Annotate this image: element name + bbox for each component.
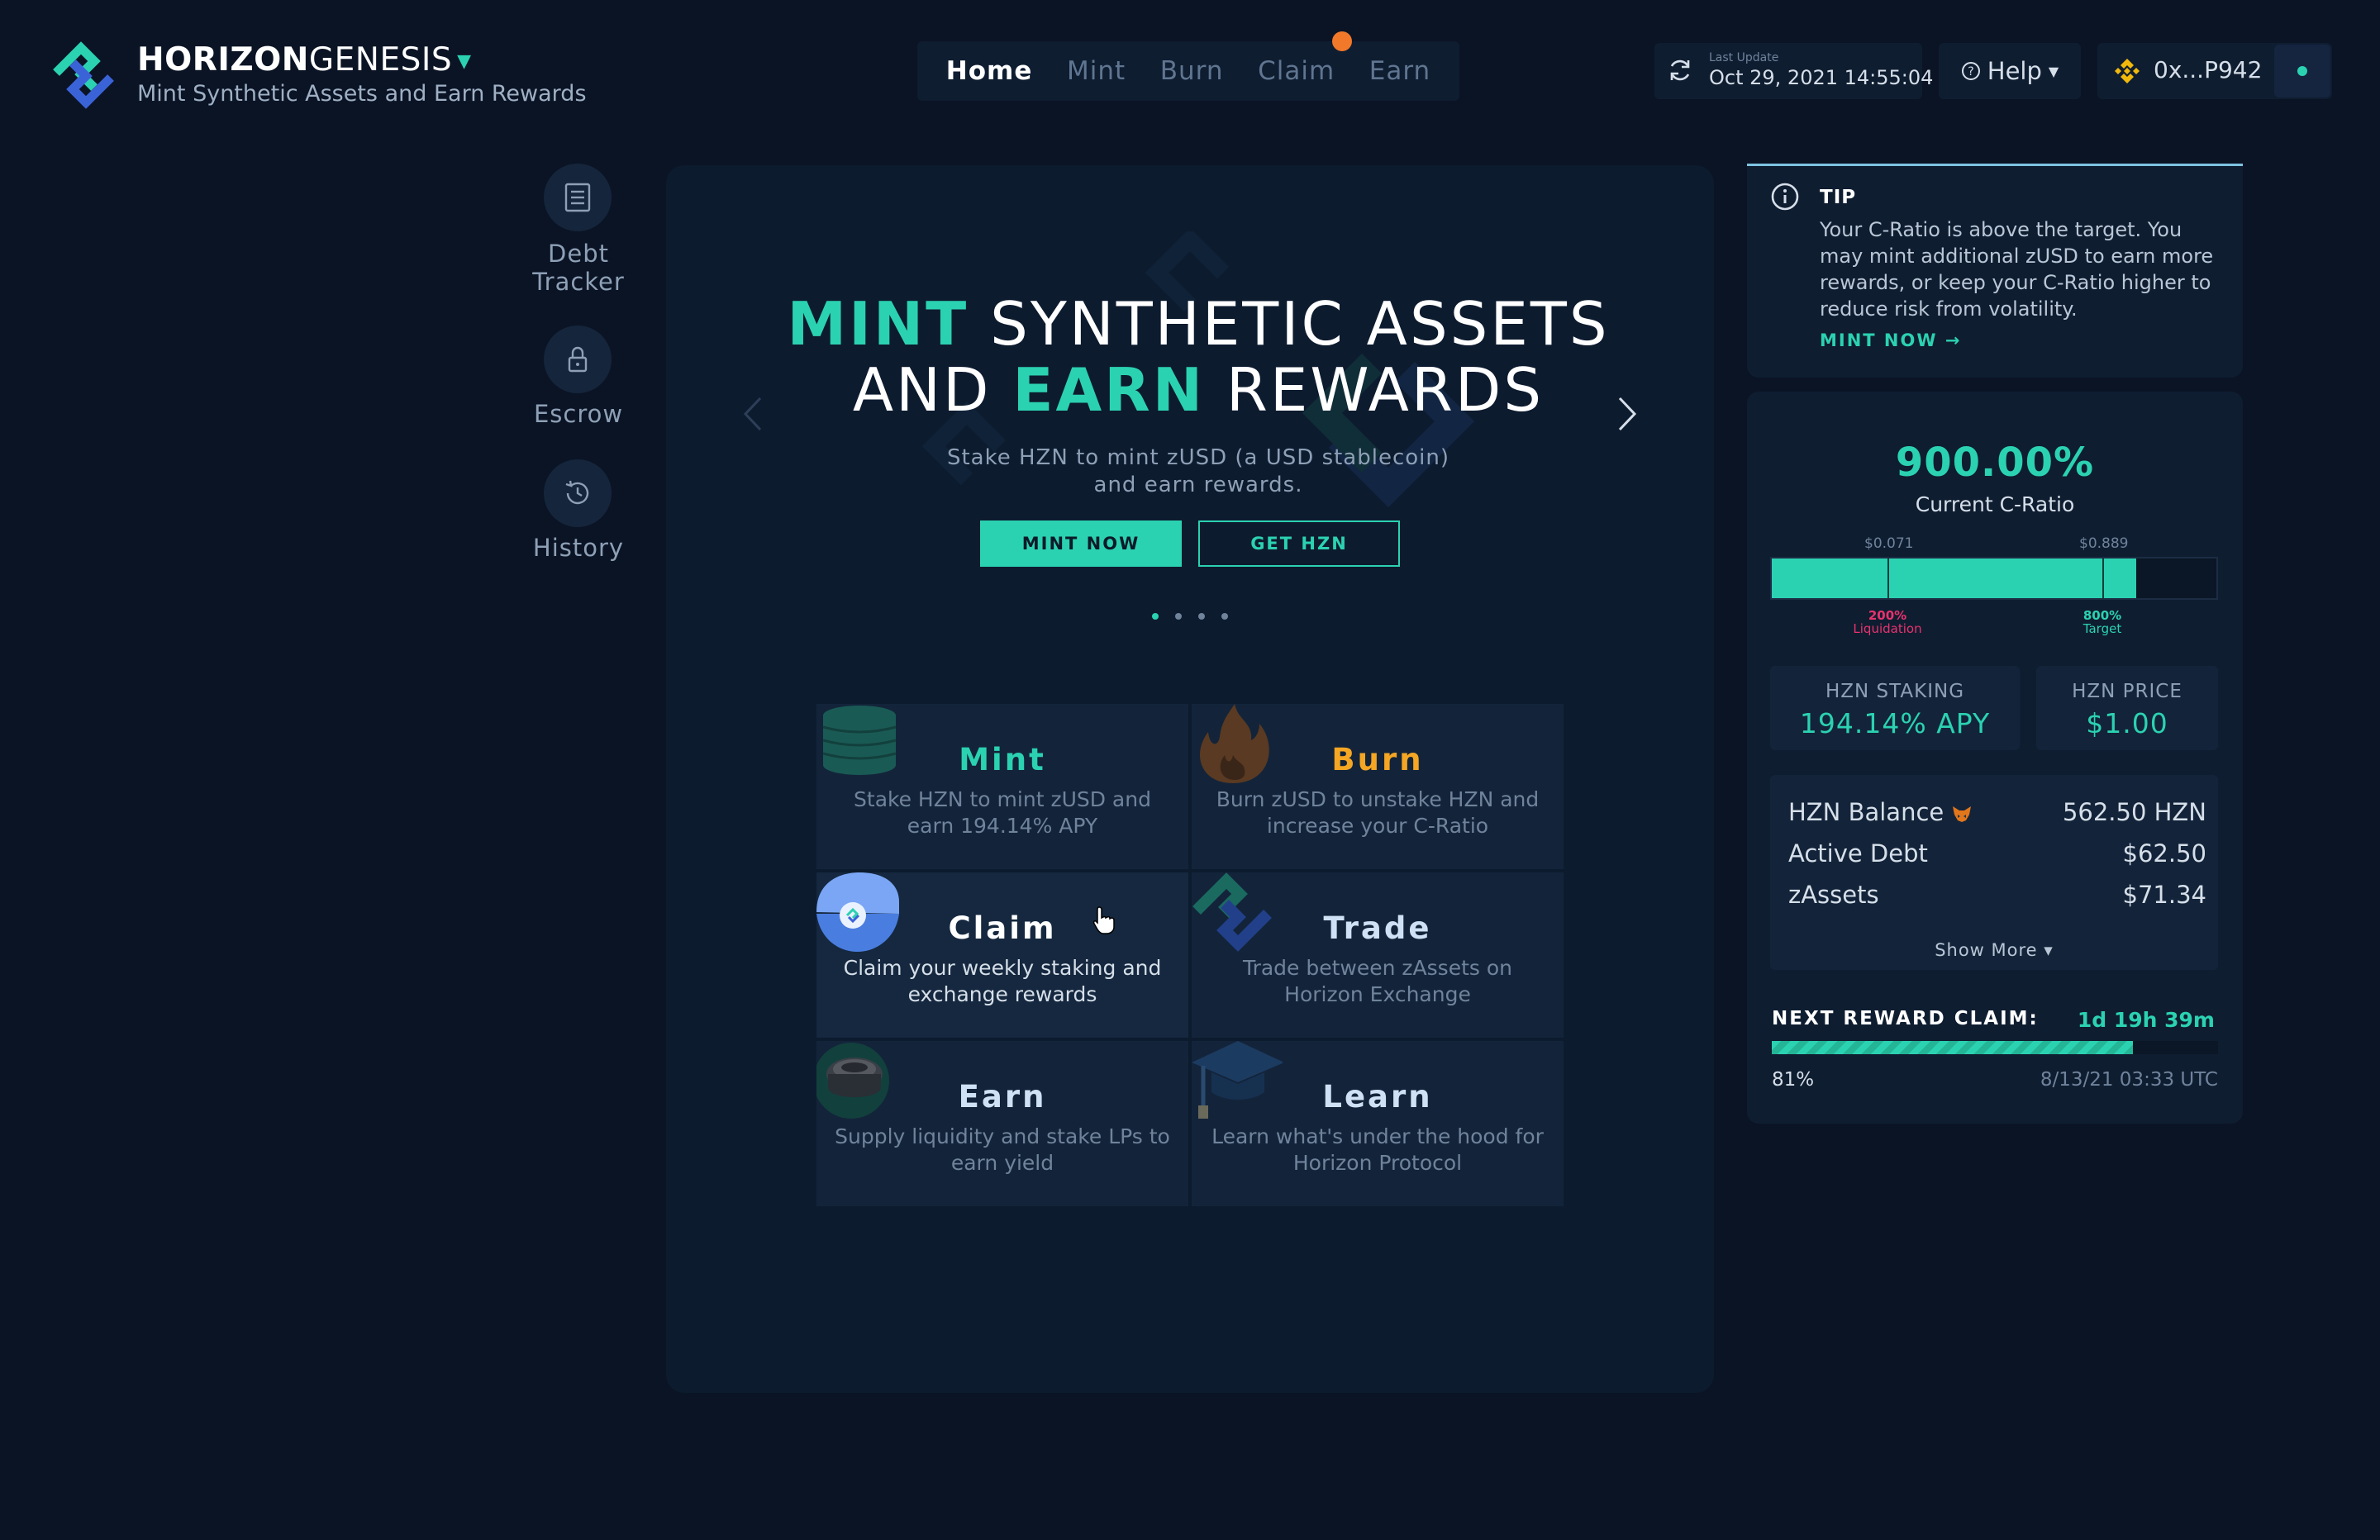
hzn-staking-value: 194.14% APY — [1799, 707, 1991, 739]
chevron-down-icon: ▼ — [2048, 63, 2059, 79]
claim-notification-dot — [1332, 31, 1352, 51]
info-icon — [1771, 183, 1799, 211]
card-burn-desc: Burn zUSD to unstake HZN and increase yo… — [1216, 787, 1540, 838]
horizon-logo-icon — [53, 41, 114, 109]
brand-name[interactable]: HORIZONGENESIS ▼ — [137, 41, 472, 78]
card-burn[interactable]: Burn Burn zUSD to unstake HZN and increa… — [1192, 704, 1564, 869]
wallet-address: 0x...P942 — [2154, 56, 2263, 83]
top-navigation: Home Mint Burn Claim Earn — [917, 41, 1459, 101]
card-learn-title: Learn — [1322, 1079, 1433, 1115]
card-claim-title: Claim — [948, 910, 1057, 946]
debt-tracker-label[interactable]: Debt Tracker — [512, 240, 645, 296]
active-debt-label: Active Debt — [1788, 839, 1928, 867]
last-update-label: Last Update — [1709, 51, 1779, 64]
next-reward-claim-label: NEXT REWARD CLAIM: — [1772, 1008, 2039, 1029]
card-earn-desc: Supply liquidity and stake LPs to earn y… — [835, 1124, 1170, 1175]
c-ratio-label: Current C-Ratio — [1915, 492, 2075, 516]
carousel-dot-3[interactable] — [1198, 613, 1205, 620]
history-clock-icon — [565, 480, 589, 505]
hero-subtitle: Stake HZN to mint zUSD (a USD stablecoin… — [946, 445, 1450, 497]
nav-claim[interactable]: Claim — [1258, 56, 1335, 86]
hero-mint-now-button[interactable]: MINT NOW — [980, 520, 1182, 567]
hzn-price-box: HZN PRICE $1.00 — [2036, 666, 2218, 750]
target-label: Target — [2082, 621, 2122, 636]
hero-get-hzn-button[interactable]: GET HZN — [1198, 520, 1400, 567]
liquidation-price: $0.071 — [1864, 535, 1914, 552]
card-earn[interactable]: Earn Supply liquidity and stake LPs to e… — [816, 1041, 1188, 1206]
debt-tracker-button[interactable] — [544, 164, 612, 231]
escrow-label[interactable]: Escrow — [512, 400, 645, 428]
nav-earn[interactable]: Earn — [1369, 56, 1430, 86]
brand-tagline: Mint Synthetic Assets and Earn Rewards — [137, 81, 587, 107]
last-update-time: Oct 29, 2021 14:55:04 — [1709, 66, 1934, 89]
hero-title-line-1: MINT SYNTHETIC ASSETS — [787, 289, 1610, 359]
card-claim[interactable]: Claim Claim your weekly staking and exch… — [816, 872, 1188, 1038]
nav-mint[interactable]: Mint — [1067, 56, 1126, 86]
help-label: Help — [1987, 57, 2042, 85]
carousel-next-chevron-icon[interactable] — [1615, 395, 1640, 433]
hzn-staking-box: HZN STAKING 194.14% APY — [1770, 666, 2020, 750]
card-trade-title: Trade — [1323, 910, 1432, 946]
target-marker — [2102, 558, 2104, 598]
connected-status-dot — [2297, 66, 2307, 76]
lock-icon — [568, 346, 588, 373]
tip-text: Your C-Ratio is above the target. You ma… — [1820, 218, 2214, 321]
reward-progress-fill — [1772, 1041, 2133, 1054]
show-more-button[interactable]: Show More ▾ — [1770, 940, 2218, 960]
card-mint[interactable]: Mint Stake HZN to mint zUSD and earn 194… — [816, 704, 1188, 869]
liquidation-marker — [1887, 558, 1889, 598]
target-price: $0.889 — [2079, 535, 2129, 552]
history-button[interactable] — [544, 459, 612, 527]
reward-date: 8/13/21 03:33 UTC — [2040, 1069, 2218, 1091]
carousel-dot-1[interactable] — [1152, 613, 1159, 620]
tip-title: TIP — [1820, 187, 1857, 208]
zassets-value: $71.34 — [2122, 881, 2206, 909]
brand-dropdown-icon[interactable]: ▼ — [457, 51, 471, 72]
refresh-icon[interactable] — [1666, 56, 1694, 84]
help-circle-icon: ? — [1961, 62, 1980, 80]
nav-home[interactable]: Home — [946, 56, 1033, 86]
hzn-balance-label: HZN Balance — [1788, 798, 1973, 826]
escrow-button[interactable] — [544, 326, 612, 393]
active-debt-value: $62.50 — [2122, 839, 2206, 867]
reward-progress-pct: 81% — [1772, 1069, 1815, 1091]
next-reward-claim-time: 1d 19h 39m — [2077, 1008, 2215, 1032]
metamask-fox-icon — [1953, 806, 1972, 822]
card-trade-desc: Trade between zAssets on Horizon Exchang… — [1242, 956, 1512, 1006]
card-learn-desc: Learn what's under the hood for Horizon … — [1211, 1124, 1544, 1175]
liquidation-label: Liquidation — [1853, 621, 1922, 636]
carousel-prev-chevron-icon[interactable] — [740, 395, 765, 433]
c-ratio-value: 900.00% — [1895, 440, 2095, 486]
document-list-icon — [564, 183, 591, 212]
hzn-balance-value: 562.50 HZN — [2062, 798, 2206, 826]
card-burn-title: Burn — [1331, 742, 1424, 777]
carousel-dot-4[interactable] — [1221, 613, 1228, 620]
card-claim-desc: Claim your weekly staking and exchange r… — [843, 956, 1162, 1006]
card-earn-title: Earn — [958, 1079, 1047, 1115]
history-label[interactable]: History — [512, 534, 645, 562]
hzn-price-label: HZN PRICE — [2072, 681, 2182, 702]
tip-mint-now-link[interactable]: MINT NOW → — [1820, 330, 1961, 350]
card-learn[interactable]: Learn Learn what's under the hood for Ho… — [1192, 1041, 1564, 1206]
nav-burn[interactable]: Burn — [1160, 56, 1224, 86]
svg-text:?: ? — [1968, 65, 1973, 78]
hzn-staking-label: HZN STAKING — [1825, 681, 1965, 702]
c-ratio-bar-fill — [1772, 558, 2136, 598]
hero-title-line-2: AND EARN REWARDS — [852, 355, 1545, 425]
zassets-label: zAssets — [1788, 881, 1879, 909]
card-trade[interactable]: Trade Trade between zAssets on Horizon E… — [1192, 872, 1564, 1038]
help-button[interactable]: ? Help ▼ — [1939, 43, 2081, 99]
carousel-dot-2[interactable] — [1175, 613, 1182, 620]
bnb-wallet-icon — [2115, 59, 2140, 83]
card-mint-title: Mint — [959, 742, 1046, 777]
hzn-price-value: $1.00 — [2086, 707, 2168, 739]
card-mint-desc: Stake HZN to mint zUSD and earn 194.14% … — [854, 787, 1151, 838]
hand-cursor-icon — [1092, 906, 1115, 934]
